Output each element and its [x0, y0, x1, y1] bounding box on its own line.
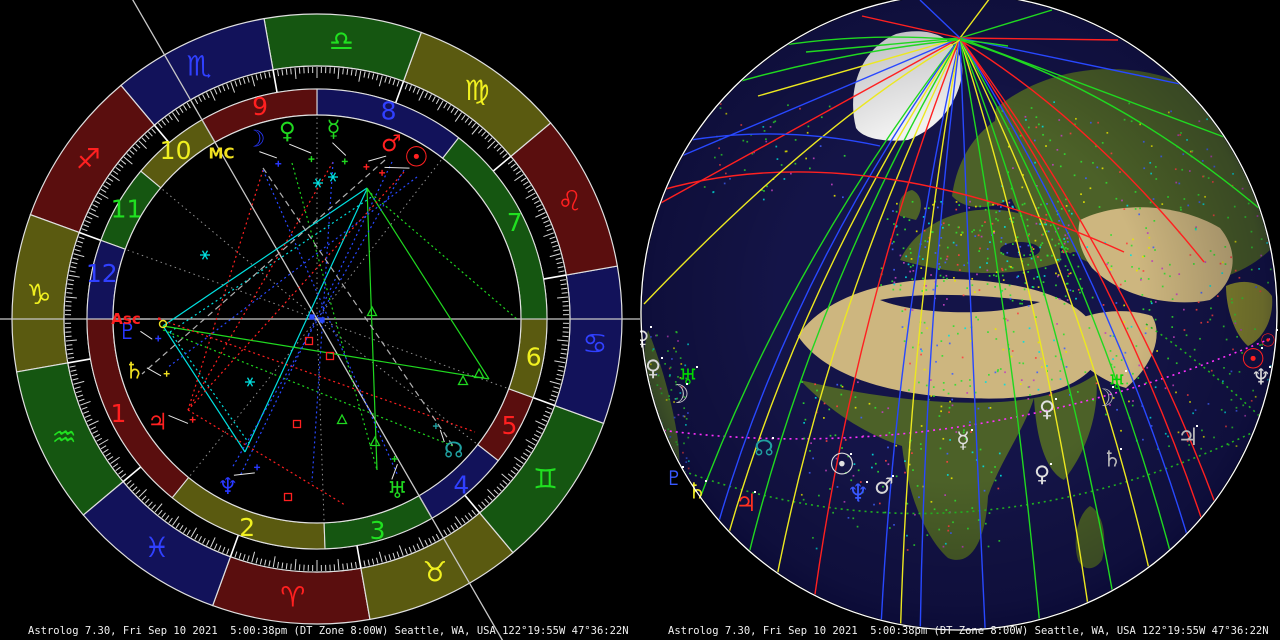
ascendant-label: Asc: [111, 310, 140, 328]
astro-globe-panel[interactable]: ♀ ♀ ♅ ☽ ♇ ♄ ♃ ☊ ☉ ♆ ♂ ☿ ♀ ♀ ☽ ♅ ♄ ♃ ☉ ♆ ☉ Astrolog 7.30, Fri…: [640, 0, 1280, 640]
planet-glyph-venus-globe: ♀: [1039, 398, 1055, 423]
house-number-1: 1: [110, 399, 126, 428]
house-number-5: 5: [501, 411, 517, 440]
glyph-pointer-dot: [661, 357, 663, 359]
sign-glyph-aries: ♈: [280, 580, 305, 613]
ascendant-degree-tick: [158, 317, 161, 320]
planet-glyph-mercury-wheel: ☿: [326, 117, 340, 143]
planet-glyph-saturn-globe: ♄: [1102, 448, 1122, 473]
planet-glyph-mars-globe: ♂: [874, 475, 894, 500]
planet-glyph-jupiter-wheel: ♃: [147, 409, 168, 435]
planet-glyph-neptune-wheel: ♆: [217, 474, 238, 500]
planet-glyph-sun-globe: ☉: [829, 448, 856, 483]
planet-glyph-neptune-globe: ♆: [847, 479, 869, 507]
planet-glyph-sun-globe: ☉: [1260, 331, 1276, 352]
planet-glyph-venus-globe: ♀: [1034, 463, 1050, 488]
sign-glyph-leo: ♌: [557, 185, 582, 218]
glyph-pointer-dot: [1055, 398, 1057, 400]
sign-glyph-capricorn: ♑: [27, 278, 52, 311]
sign-glyph-scorpio: ♏: [187, 50, 212, 83]
sign-glyph-libra: ♎: [329, 25, 354, 58]
house-number-9: 9: [252, 92, 268, 121]
status-bar-right: Astrolog 7.30, Fri Sep 10 2021 5:00:38pm…: [668, 625, 1269, 637]
house-number-10: 10: [160, 136, 192, 165]
glyph-pointer-dot: [1050, 463, 1052, 465]
sign-glyph-cancer: ♋: [582, 327, 607, 360]
planet-glyph-mercury-globe: ☿: [956, 429, 970, 454]
house-number-12: 12: [86, 259, 118, 288]
sign-glyph-pisces: ♓: [144, 531, 169, 564]
planet-glyph-north-node-wheel: ☊: [444, 438, 464, 463]
planet-glyph-jupiter-globe: ♃: [1177, 423, 1199, 451]
planet-glyph-pluto-globe: ♇: [665, 466, 683, 490]
glyph-pointer-dot: [650, 326, 652, 328]
house-number-8: 8: [381, 96, 397, 125]
glyph-pointer-dot: [971, 429, 973, 431]
house-number-11: 11: [111, 195, 143, 224]
house-number-4: 4: [453, 471, 469, 500]
astrolog-window: ♈ ♉ ♊ ♋ ♌ ♍ ♎ ♏ ♐ ♑ ♒ ♓ 1 2 3 4 5 6 7 8 9 10 11 12 ☉ ♂ ☿ ♀ ☽ ☊ ♅ ♆ ♃ ♄ ♇ As…: [0, 0, 1280, 640]
planet-glyph-moon-globe: ☽: [666, 380, 689, 410]
aspect-marker-conjunction: [319, 317, 325, 323]
sign-glyph-sagittarius: ♐: [76, 142, 101, 175]
status-bar-left: Astrolog 7.30, Fri Sep 10 2021 5:00:38pm…: [28, 625, 629, 637]
astro-globe: ♀♀ ♅☽♇♄ ♃☊ ☉♆ ♂☿♀♀☽♅♄♃☉♆☉: [640, 0, 1280, 640]
planet-glyph-jupiter-globe: ♃: [735, 489, 757, 517]
sign-glyph-virgo: ♍: [464, 74, 489, 107]
sign-glyph-aquarius: ♒: [52, 420, 77, 453]
planet-glyph-uranus-wheel: ♅: [387, 478, 408, 504]
natal-chart-wheel-panel[interactable]: ♈ ♉ ♊ ♋ ♌ ♍ ♎ ♏ ♐ ♑ ♒ ♓ 1 2 3 4 5 6 7 8 9 10 11 12 ☉ ♂ ☿ ♀ ☽ ☊ ♅ ♆ ♃ ♄ ♇ As…: [0, 0, 640, 640]
planet-glyph-uranus-globe: ♅: [1108, 370, 1126, 394]
sign-glyph-gemini: ♊: [533, 463, 558, 496]
house-number-3: 3: [370, 516, 386, 545]
planet-glyph-venus-wheel: ♀: [279, 118, 296, 144]
aspect-marker-conjunction: [309, 314, 315, 320]
planet-glyph-sun-wheel: ☉: [404, 140, 429, 173]
natal-chart-wheel: ♈♉♊♋♌♍♎♏♐♑♒♓12 3456789101112☉♂☿♀☽☊♅♆♃♄♇As…: [0, 0, 640, 640]
midheaven-label: MC: [209, 145, 235, 163]
planet-glyph-saturn-wheel: ♄: [124, 358, 145, 384]
house-number-7: 7: [507, 208, 523, 237]
planet-glyph-north-node-globe: ☊: [754, 437, 774, 462]
globe-shading: [642, 0, 1276, 629]
house-number-2: 2: [239, 513, 255, 542]
sign-glyph-taurus: ♉: [422, 555, 447, 588]
planet-glyph-moon-wheel: ☽: [245, 126, 266, 152]
planet-glyph-mars-wheel: ♂: [381, 131, 402, 157]
house-number-6: 6: [526, 343, 542, 372]
